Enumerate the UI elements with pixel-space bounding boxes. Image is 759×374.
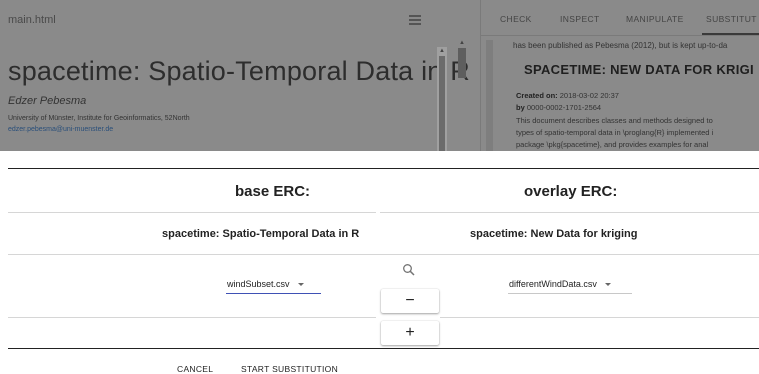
published-note: has been published as Pebesma (2012), bu… [513, 41, 728, 50]
erc-metadata-preview: has been published as Pebesma (2012), bu… [500, 36, 759, 151]
cancel-button[interactable]: CANCEL [177, 364, 213, 374]
scroll-up-arrow-icon[interactable]: ▲ [439, 48, 445, 54]
overlay-select-underline [508, 293, 632, 294]
description-line: types of spatio-temporal data in \progla… [516, 128, 714, 137]
dropdown-arrow-icon [297, 283, 304, 287]
row-divider [8, 254, 759, 255]
pane-scrollbar-thumb[interactable] [458, 48, 466, 78]
menu-icon[interactable] [409, 15, 421, 25]
html-preview-pane: main.html spacetime: Spatio-Temporal Dat… [0, 0, 472, 151]
file-name-label: main.html [8, 14, 56, 26]
overlay-file-value: differentWindData.csv [509, 279, 597, 289]
dropdown-arrow-icon [604, 283, 611, 287]
substitution-page: main.html spacetime: Spatio-Temporal Dat… [0, 0, 759, 374]
overlay-erc-title: spacetime: New Data for kriging [470, 228, 638, 240]
tab-inspect[interactable]: INSPECT [560, 14, 600, 24]
table-top-border [8, 168, 759, 169]
search-icon[interactable] [402, 263, 416, 277]
document-title: spacetime: Spatio-Temporal Data in R [8, 56, 470, 86]
document-affiliation: University of Münster, Institute for Geo… [8, 115, 190, 122]
description-line: This document describes classes and meth… [516, 116, 713, 125]
table-bottom-border [8, 348, 759, 349]
base-select-underline [226, 293, 321, 294]
document-email-link[interactable]: edzer.pebesma@uni-muenster.de [8, 126, 113, 133]
erc-panel-scrollbar[interactable] [486, 40, 493, 151]
start-substitution-button[interactable]: START SUBSTITUTION [241, 364, 338, 374]
document-author: Edzer Pebesma [8, 95, 87, 107]
tab-check[interactable]: CHECK [500, 14, 532, 24]
base-erc-header: base ERC: [235, 183, 311, 200]
overlay-file-select[interactable]: differentWindData.csv [509, 279, 611, 289]
row-divider [8, 212, 376, 213]
tab-substitute[interactable]: SUBSTITUT [706, 14, 757, 24]
background-app-overlay: main.html spacetime: Spatio-Temporal Dat… [0, 0, 759, 151]
description-line: package \pkg{spacetime}, and provides ex… [516, 140, 709, 149]
preview-scrollbar-thumb[interactable] [439, 56, 445, 151]
created-by-line: by 0000-0002-1701-2564 [516, 103, 602, 112]
remove-file-button[interactable]: − [381, 289, 439, 313]
add-file-button[interactable]: + [381, 321, 439, 345]
overlay-erc-header: overlay ERC: [524, 183, 618, 200]
tab-manipulate[interactable]: MANIPULATE [626, 14, 684, 24]
row-divider [440, 317, 759, 318]
created-on-line: Created on: 2018-03-02 20:37 [516, 91, 619, 100]
erc-preview-title: SPACETIME: NEW DATA FOR KRIGI [524, 62, 754, 77]
base-erc-title: spacetime: Spatio-Temporal Data in R [162, 228, 360, 240]
base-file-select[interactable]: windSubset.csv [227, 279, 304, 289]
base-file-value: windSubset.csv [227, 279, 290, 289]
scroll-up-arrow-icon[interactable]: ▲ [459, 40, 465, 46]
row-divider [8, 317, 376, 318]
row-divider [380, 212, 759, 213]
